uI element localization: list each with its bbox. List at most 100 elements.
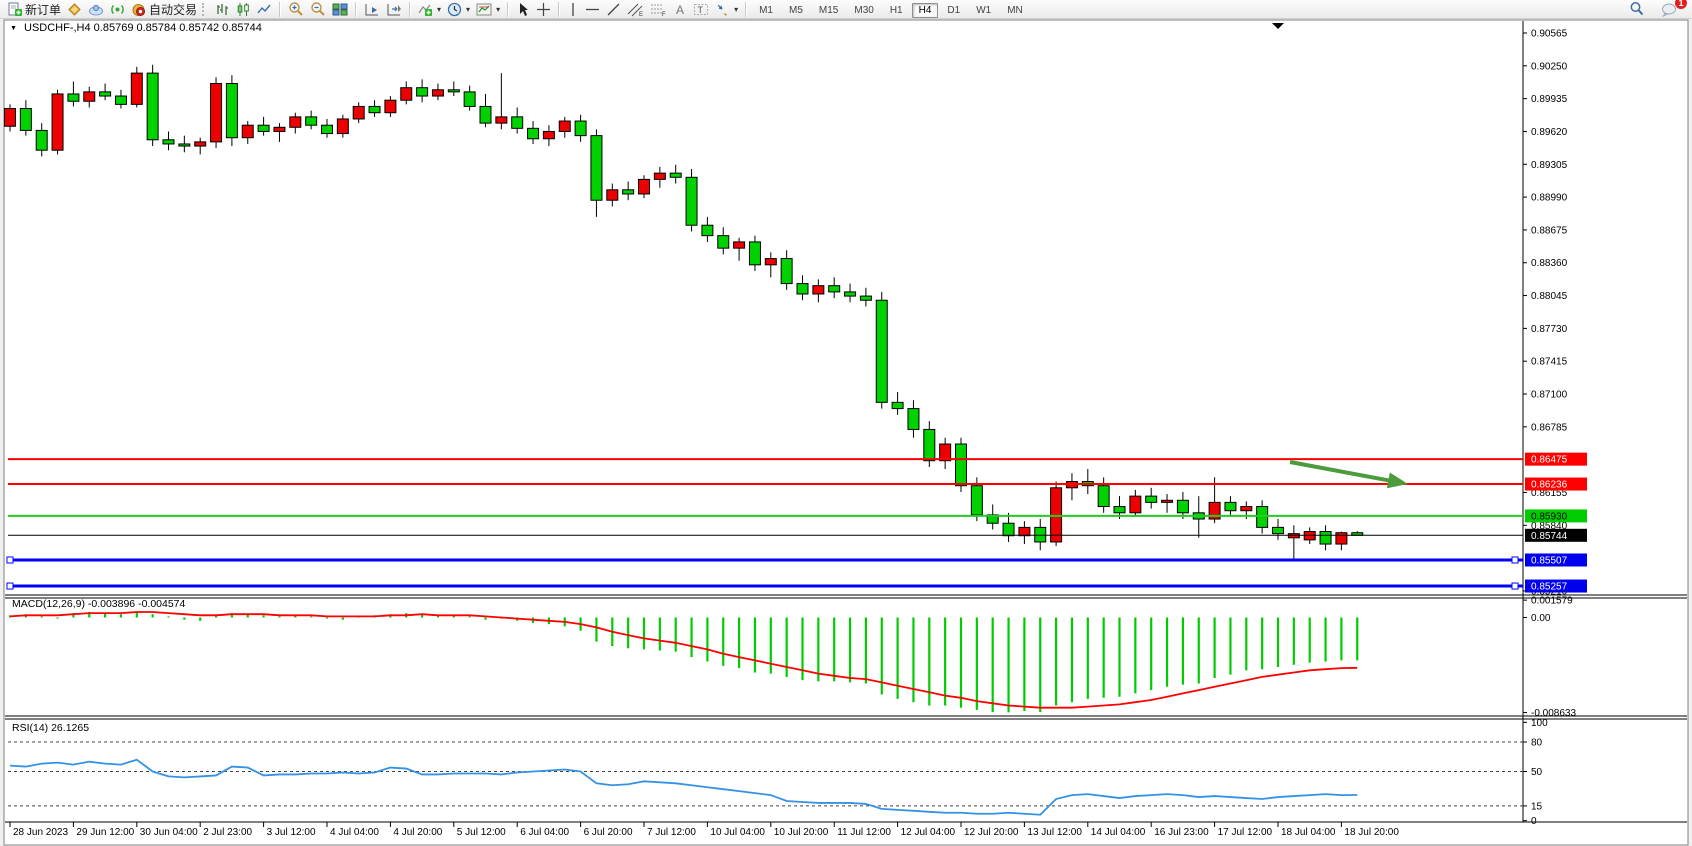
candle (68, 94, 79, 101)
svg-text:7 Jul 12:00: 7 Jul 12:00 (647, 827, 696, 838)
trendline-button[interactable] (603, 1, 624, 18)
candle (115, 96, 126, 104)
line-chart-button[interactable] (254, 1, 275, 18)
template-icon (476, 2, 492, 17)
toolbar-separator (409, 2, 411, 17)
tab-timeframe-M5[interactable]: M5 (782, 3, 810, 18)
svg-text:0: 0 (1531, 816, 1537, 827)
candle (36, 130, 47, 150)
candle (385, 100, 396, 113)
text-label-button[interactable]: T (690, 1, 712, 18)
chart-window[interactable]: 0.905650.902500.899350.896200.893050.889… (0, 0, 1692, 846)
svg-text:11 Jul 12:00: 11 Jul 12:00 (837, 827, 891, 838)
price-label: 0.85257 (1525, 580, 1587, 593)
candle (528, 128, 539, 138)
svg-text:T: T (698, 5, 704, 15)
svg-text:18 Jul 04:00: 18 Jul 04:00 (1281, 827, 1336, 838)
template-button[interactable]: ▾ (473, 1, 503, 18)
toolbar: 新订单 自动交易 ▾ ▾ (0, 0, 1692, 19)
tab-timeframe-W1[interactable]: W1 (969, 3, 998, 18)
svg-text:0.88675: 0.88675 (1531, 225, 1568, 236)
arrows-dropdown-caret[interactable]: ▾ (734, 5, 738, 14)
svg-text:29 Jun 12:00: 29 Jun 12:00 (76, 827, 134, 838)
line-handle[interactable] (7, 557, 13, 563)
svg-text:0.85744: 0.85744 (1531, 531, 1568, 542)
candle (448, 90, 459, 92)
community-button[interactable] (85, 1, 107, 18)
candle (686, 177, 697, 225)
candle (1035, 527, 1046, 542)
zoom-out-icon (310, 1, 326, 17)
svg-text:13 Jul 12:00: 13 Jul 12:00 (1027, 827, 1082, 838)
candle (718, 236, 729, 249)
zoom-out-button[interactable] (307, 1, 329, 18)
candle (464, 92, 475, 107)
arrow-objects-icon (715, 2, 730, 17)
vertical-line-button[interactable] (564, 1, 582, 18)
chart-shift-button[interactable] (383, 1, 405, 18)
macd-label: MACD(12,26,9) -0.003896 -0.004574 (12, 598, 186, 610)
candle (52, 94, 63, 150)
tab-timeframe-M15[interactable]: M15 (812, 3, 845, 18)
price-label: 0.85930 (1525, 509, 1587, 522)
tab-timeframe-H4[interactable]: H4 (912, 3, 939, 18)
line-handle[interactable] (7, 583, 13, 589)
candle (306, 117, 317, 125)
candle (337, 119, 348, 134)
candle (147, 73, 158, 140)
svg-text:0.88360: 0.88360 (1531, 258, 1568, 269)
gold-button[interactable] (64, 1, 85, 18)
line-handle[interactable] (1512, 557, 1518, 563)
bar-chart-button[interactable] (212, 1, 233, 18)
channel-button[interactable]: E (624, 1, 647, 18)
zoom-in-button[interactable] (285, 1, 307, 18)
tab-timeframe-H1[interactable]: H1 (883, 3, 910, 18)
candle (1162, 500, 1173, 502)
price-label: 0.86236 (1525, 478, 1587, 491)
tile-windows-button[interactable] (329, 1, 351, 18)
candle (512, 117, 523, 128)
period-dropdown-caret[interactable]: ▾ (466, 5, 470, 14)
svg-text:17 Jul 12:00: 17 Jul 12:00 (1218, 827, 1273, 838)
new-order-button[interactable]: 新订单 (4, 1, 64, 18)
tab-timeframe-M30[interactable]: M30 (847, 3, 880, 18)
crosshair-button[interactable] (533, 1, 554, 18)
candle (5, 109, 16, 127)
chart-collapse-icon[interactable]: ▼ (10, 25, 17, 32)
candle (226, 84, 237, 138)
candle (924, 429, 935, 460)
svg-text:E: E (639, 12, 643, 17)
horizontal-line-button[interactable] (582, 1, 603, 18)
svg-text:0.86475: 0.86475 (1531, 455, 1568, 466)
candlestick-button[interactable] (233, 1, 254, 18)
arrows-button[interactable]: ▾ (712, 1, 741, 18)
new-order-icon (7, 2, 22, 17)
signals-button[interactable] (107, 1, 128, 18)
svg-text:0.00: 0.00 (1531, 613, 1551, 624)
period-button[interactable]: ▾ (444, 1, 473, 18)
indicators-button[interactable]: ▾ (415, 1, 444, 18)
candlestick-icon (236, 2, 251, 17)
cursor-button[interactable] (513, 1, 533, 18)
price-label: 0.86475 (1525, 453, 1587, 466)
fibonacci-button[interactable]: F (647, 1, 670, 18)
indicators-dropdown-caret[interactable]: ▾ (437, 5, 441, 14)
template-dropdown-caret[interactable]: ▾ (496, 5, 500, 14)
notifications-button[interactable]: 1 (1658, 1, 1680, 18)
autoscroll-button[interactable] (361, 1, 383, 18)
autotrade-icon (131, 2, 146, 17)
toolbar-separator (279, 2, 281, 17)
line-handle[interactable] (1512, 583, 1518, 589)
search-button[interactable] (1626, 1, 1648, 18)
tab-timeframe-D1[interactable]: D1 (940, 3, 967, 18)
svg-text:0.90250: 0.90250 (1531, 61, 1568, 72)
tab-timeframe-M1[interactable]: M1 (752, 3, 780, 18)
toolbar-separator (355, 2, 357, 17)
tab-timeframe-MN[interactable]: MN (1000, 3, 1030, 18)
autotrade-button[interactable]: 自动交易 (128, 1, 200, 18)
candle (131, 73, 142, 104)
svg-text:0.001579: 0.001579 (1531, 596, 1573, 607)
price-label: 0.85507 (1525, 553, 1587, 566)
rsi-label: RSI(14) 26.1265 (12, 722, 89, 734)
text-button[interactable]: A (670, 1, 690, 18)
